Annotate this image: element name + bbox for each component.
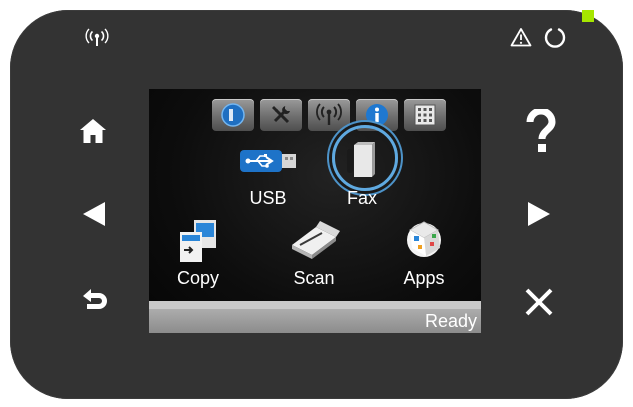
scan-label: Scan <box>293 268 335 288</box>
cancel-icon <box>525 288 553 316</box>
apps-app[interactable]: Apps <box>389 217 459 288</box>
apps-label: Apps <box>403 268 445 288</box>
fax-app[interactable]: Fax <box>327 137 397 208</box>
back-icon <box>83 289 107 309</box>
supplies-button[interactable] <box>404 99 446 131</box>
web-services-button[interactable] <box>212 99 254 131</box>
setup-button[interactable] <box>260 99 302 131</box>
fax-label: Fax <box>346 188 377 208</box>
status-led <box>582 10 594 22</box>
supplies-icon <box>414 104 436 126</box>
right-arrow-button[interactable] <box>521 196 557 232</box>
wireless-indicator-icon <box>82 26 112 50</box>
left-arrow-icon <box>83 202 105 226</box>
status-text: Ready <box>424 311 477 331</box>
help-icon <box>526 109 556 152</box>
info-icon <box>366 104 388 126</box>
copy-label: Copy <box>176 268 220 288</box>
status-bar: Ready <box>149 301 481 333</box>
help-button[interactable] <box>521 106 561 156</box>
home-icon <box>80 119 106 143</box>
status-progress-strip <box>149 301 481 309</box>
web-services-icon <box>221 103 245 127</box>
wireless-button[interactable] <box>308 99 350 131</box>
usb-label: USB <box>249 188 287 208</box>
copy-icon <box>180 220 216 262</box>
copy-app[interactable]: Copy <box>163 217 233 288</box>
setup-icon <box>272 106 290 124</box>
power-button[interactable] <box>540 23 570 51</box>
left-arrow-button[interactable] <box>76 196 112 232</box>
screen-top-bar <box>212 99 446 131</box>
scan-icon <box>292 221 340 259</box>
scan-app[interactable]: Scan <box>279 217 349 288</box>
wireless-icon <box>316 103 342 125</box>
cancel-button[interactable] <box>519 282 559 322</box>
touchscreen: USB Fax Copy Scan Apps Ready <box>149 89 481 333</box>
home-button[interactable] <box>74 112 112 150</box>
back-button[interactable] <box>76 282 114 320</box>
right-arrow-icon <box>528 202 550 226</box>
usb-icon <box>240 150 296 172</box>
apps-icon <box>407 221 441 257</box>
usb-app[interactable]: USB <box>233 137 303 208</box>
warning-icon <box>508 25 534 49</box>
fax-icon <box>347 142 375 177</box>
